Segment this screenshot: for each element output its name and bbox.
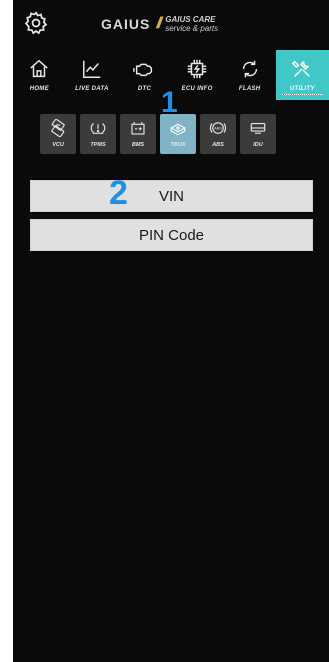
subnav-idu-label: IDU <box>253 142 263 148</box>
tbox-icon <box>170 123 186 136</box>
refresh-icon <box>242 60 257 78</box>
app-screen: GAIUS // GAIUS CARE service & parts HOME… <box>13 0 329 662</box>
nav-ecu-info[interactable]: ECU INFO <box>171 50 224 100</box>
brand-tagline-line1: GAIUS CARE <box>165 15 216 24</box>
brand-slash: // <box>156 15 162 32</box>
nav-live-data[interactable]: LIVE DATA <box>66 50 119 100</box>
top-bar: GAIUS // GAIUS CARE service & parts <box>13 0 329 48</box>
abs-icon: ABS <box>209 122 227 134</box>
nav-flash[interactable]: FLASH <box>223 50 276 100</box>
vin-button[interactable]: VIN <box>30 180 313 212</box>
utility-subnav: VCU TPMS BMS TBOX ABS ABS IDU <box>40 114 276 154</box>
tire-pressure-icon <box>90 123 106 134</box>
brand-tagline-line2: service & parts <box>165 24 219 33</box>
line-chart-icon <box>82 60 101 78</box>
subnav-bms-label: BMS <box>131 142 145 148</box>
vcu-icon <box>51 119 65 137</box>
subnav-vcu[interactable]: VCU <box>40 114 76 154</box>
tools-icon <box>292 60 311 77</box>
subnav-abs-label: ABS <box>212 142 224 148</box>
brand-name: GAIUS <box>101 16 151 32</box>
subnav-vcu-label: VCU <box>52 142 64 148</box>
subnav-tpms[interactable]: TPMS <box>80 114 116 154</box>
nav-live-data-label: LIVE DATA <box>75 86 109 92</box>
subnav-tbox[interactable]: TBOX <box>160 114 196 154</box>
brand-logo: GAIUS // GAIUS CARE service & parts <box>101 14 218 34</box>
subnav-tpms-label: TPMS <box>90 142 106 148</box>
step-marker-2: 2 <box>109 174 128 212</box>
step-marker-1: 1 <box>161 86 178 119</box>
gear-icon[interactable] <box>23 10 49 36</box>
display-unit-icon <box>250 122 266 134</box>
subnav-bms[interactable]: BMS <box>120 114 156 154</box>
home-icon <box>30 59 49 78</box>
nav-utility[interactable]: UTILITY <box>275 50 329 100</box>
pin-code-button[interactable]: PIN Code <box>30 219 313 251</box>
engine-icon <box>133 63 153 77</box>
svg-text:ABS: ABS <box>214 127 222 131</box>
nav-ecu-info-label: ECU INFO <box>181 86 213 92</box>
nav-flash-label: FLASH <box>238 86 261 92</box>
brand-tagline: GAIUS CARE service & parts <box>165 15 218 33</box>
chip-icon <box>187 59 207 79</box>
nav-dtc-label: DTC <box>137 86 152 92</box>
nav-home[interactable]: HOME <box>13 50 66 100</box>
nav-utility-label: UTILITY <box>289 86 315 92</box>
subnav-abs[interactable]: ABS ABS <box>200 114 236 154</box>
battery-icon <box>131 122 145 135</box>
subnav-tbox-label: TBOX <box>170 142 186 148</box>
nav-home-label: HOME <box>29 86 49 92</box>
subnav-idu[interactable]: IDU <box>240 114 276 154</box>
